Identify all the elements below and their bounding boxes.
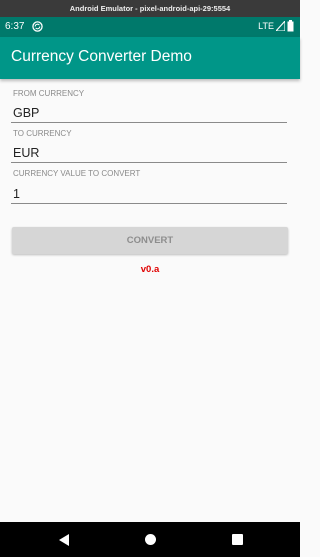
home-icon[interactable]: [145, 534, 156, 545]
amount-input[interactable]: [11, 184, 287, 204]
app-bar: Currency Converter Demo: [0, 37, 300, 79]
amount-label: CURRENCY VALUE TO CONVERT: [13, 169, 141, 178]
convert-button[interactable]: CONVERT: [12, 227, 288, 254]
back-icon[interactable]: [57, 533, 71, 547]
status-icons: LTE: [258, 20, 294, 32]
version-label: v0.a: [140, 264, 160, 275]
emulator-title: Android Emulator - pixel-android-api-29:…: [69, 4, 231, 13]
sync-icon: [32, 21, 43, 32]
to-currency-input[interactable]: [11, 143, 287, 163]
recents-icon[interactable]: [232, 534, 243, 545]
emulator-titlebar: Android Emulator - pixel-android-api-29:…: [0, 0, 300, 17]
network-type: LTE: [258, 21, 274, 31]
app-title: Currency Converter Demo: [11, 48, 192, 65]
status-bar: 6:37 LTE: [0, 17, 300, 37]
signal-icon: [276, 21, 285, 31]
to-currency-label: TO CURRENCY: [13, 129, 72, 138]
battery-icon: [287, 20, 294, 32]
from-currency-label: FROM CURRENCY: [13, 89, 85, 98]
navigation-bar: [0, 522, 300, 557]
from-currency-input[interactable]: [11, 103, 287, 123]
status-time: 6:37: [5, 21, 25, 32]
